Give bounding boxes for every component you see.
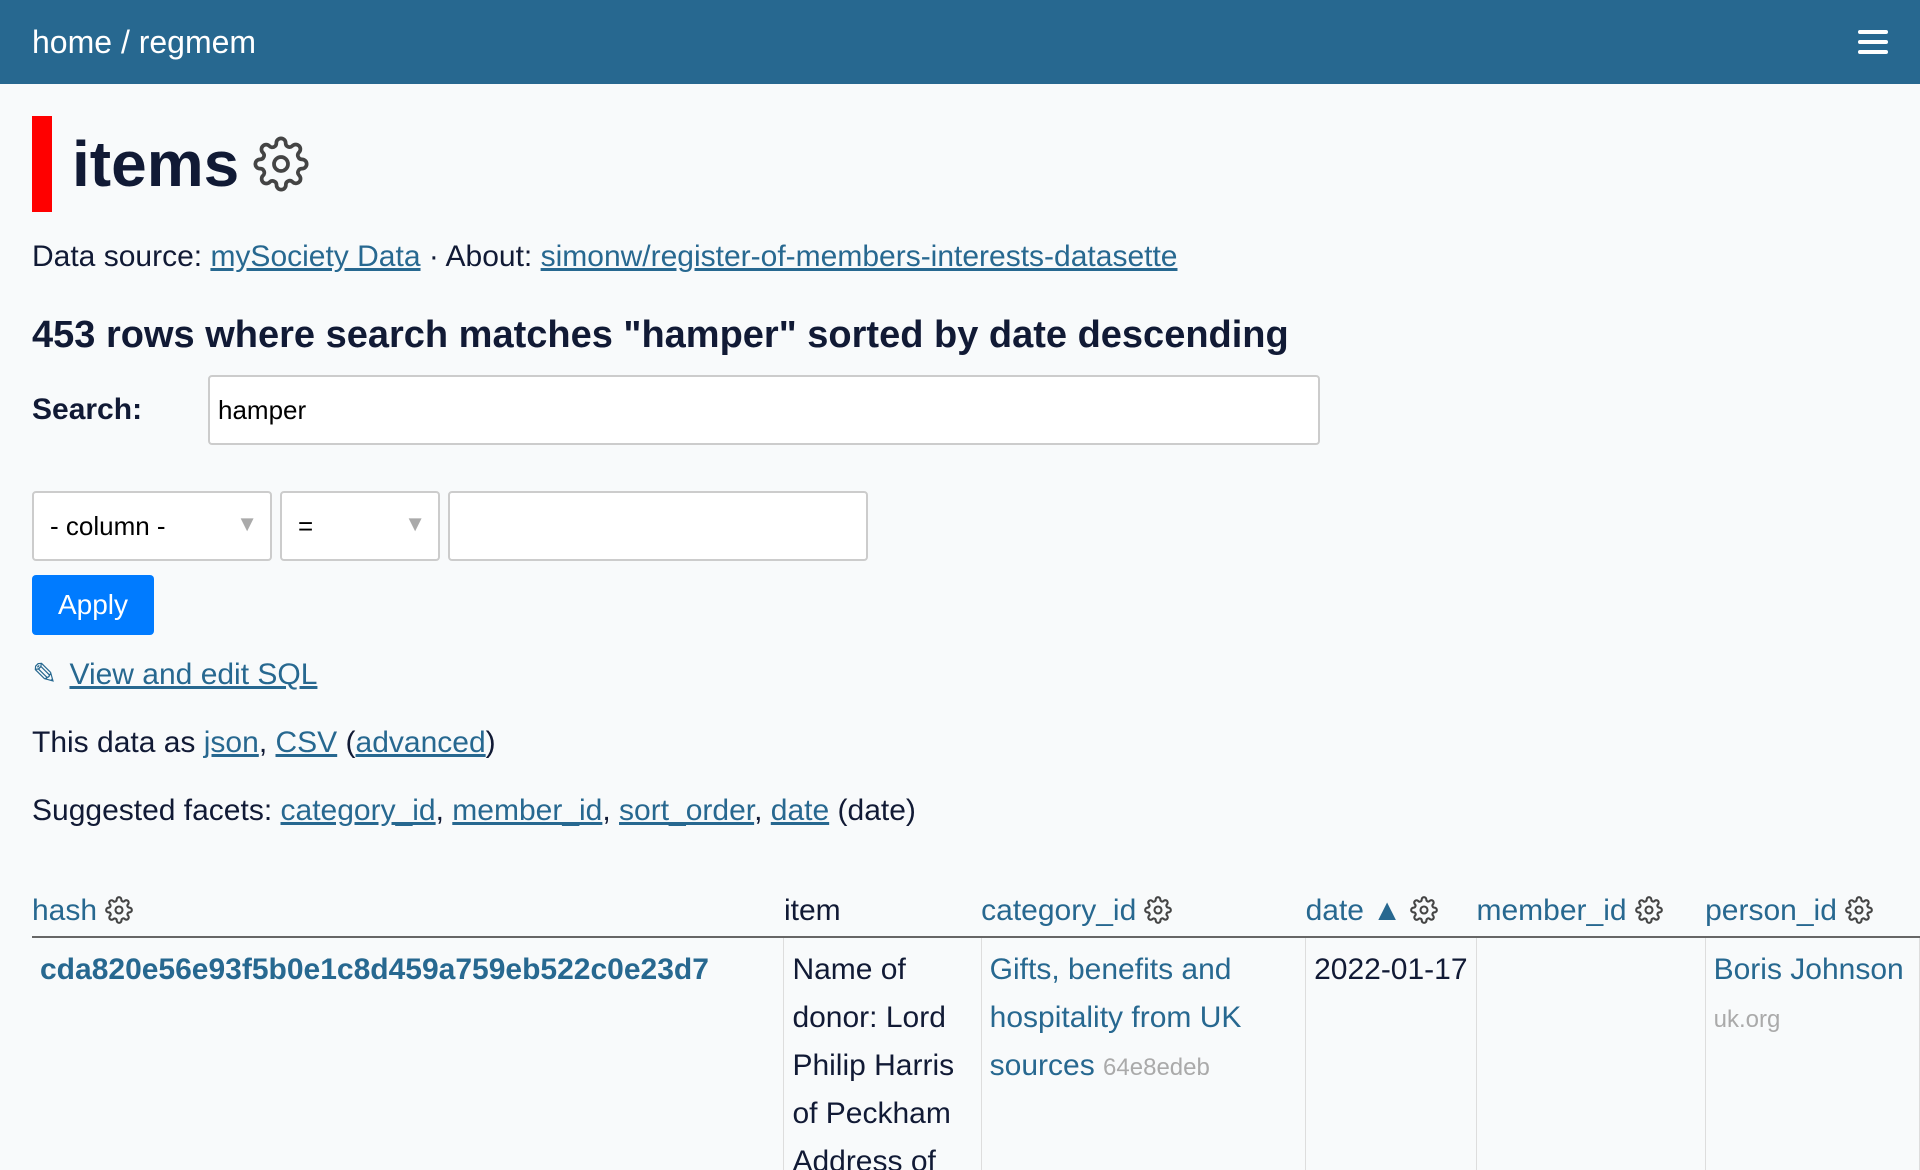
export-json-link[interactable]: json (204, 726, 259, 759)
column-header-member-id[interactable]: member_id (1476, 880, 1706, 938)
suggested-facets: Suggested facets: category_id, member_id… (32, 794, 916, 827)
pencil-icon: ✎ (32, 658, 58, 691)
cell-item: Name of donor: Lord Philip Harris of Pec… (783, 937, 982, 1170)
cell-person-id: Boris Johnson uk.org (1705, 937, 1920, 1170)
column-header-label[interactable]: date ▲ (1306, 894, 1402, 927)
column-header-item: item (783, 880, 982, 938)
view-edit-sql-link[interactable]: View and edit SQL (69, 658, 317, 691)
column-header-label[interactable]: category_id (981, 894, 1136, 927)
gear-icon[interactable] (253, 136, 309, 192)
results-summary: 453 rows where search matches "hamper" s… (32, 314, 1289, 356)
column-select-value: - column - (50, 510, 166, 541)
export-comma: , (258, 726, 268, 759)
facet-link-sort-order[interactable]: sort_order (619, 794, 754, 827)
gear-icon[interactable] (1410, 896, 1438, 924)
about-link[interactable]: simonw/register-of-members-interests-dat… (541, 240, 1178, 273)
operator-select[interactable]: = ▼ (280, 491, 440, 561)
search-label: Search: (32, 393, 143, 426)
column-header-label[interactable]: hash (32, 894, 97, 927)
facets-suffix: (date) (837, 794, 916, 827)
sql-line: ✎ View and edit SQL (32, 657, 1888, 692)
gear-icon[interactable] (105, 896, 133, 924)
export-prefix: This data as (32, 726, 196, 759)
export-csv-link[interactable]: CSV (276, 726, 338, 759)
facets-prefix: Suggested facets: (32, 794, 273, 827)
page-title: items (72, 128, 240, 200)
gear-icon[interactable] (1845, 896, 1873, 924)
row-hash-link[interactable]: cda820e56e93f5b0e1c8d459a759eb522c0e23d7 (40, 953, 709, 986)
results-table: hash item category_id date ▲ member_id p… (32, 880, 1920, 1170)
cell-hash[interactable]: cda820e56e93f5b0e1c8d459a759eb522c0e23d7 (32, 937, 785, 1170)
gear-icon[interactable] (1144, 896, 1173, 924)
facet-link-member-id[interactable]: member_id (452, 794, 602, 827)
source-prefix: Data source: (32, 240, 203, 273)
top-bar: home / regmem (0, 0, 1920, 84)
category-id-value: 64e8edeb (1103, 1054, 1210, 1081)
breadcrumb-home[interactable]: home (32, 24, 112, 60)
column-header-label[interactable]: member_id (1476, 894, 1626, 927)
column-header-hash[interactable]: hash (32, 880, 784, 938)
export-paren-open: ( (345, 726, 356, 759)
column-header-label[interactable]: person_id (1705, 894, 1837, 927)
table-header-row: hash item category_id date ▲ member_id p… (32, 880, 1920, 938)
export-paren-close: ) (485, 726, 496, 759)
gear-icon[interactable] (1634, 896, 1663, 924)
column-header-date[interactable]: date ▲ (1305, 880, 1477, 938)
facet-link-date[interactable]: date (771, 794, 829, 827)
chevron-down-icon: ▼ (404, 511, 426, 536)
person-id-value: uk.org (1713, 1006, 1781, 1033)
breadcrumb-regmem[interactable]: regmem (139, 24, 256, 60)
search-input[interactable] (208, 375, 1320, 445)
about-prefix: · About: (428, 240, 533, 273)
column-header-person-id[interactable]: person_id (1705, 880, 1920, 938)
facet-link-category-id[interactable]: category_id (281, 794, 436, 827)
menu-icon[interactable] (1858, 30, 1888, 54)
filter-value-input[interactable] (448, 491, 868, 561)
operator-select-value: = (298, 510, 314, 541)
title-accent-bar (32, 116, 52, 212)
export-advanced-link[interactable]: advanced (356, 726, 486, 759)
breadcrumb-separator: / (120, 23, 130, 60)
source-line: Data source: mySociety Data · About: sim… (32, 240, 1888, 274)
cell-category-id: Gifts, benefits and hospitality from UK … (981, 937, 1307, 1170)
person-link[interactable]: Boris Johnson (1714, 953, 1904, 986)
results-table-wrapper: hash item category_id date ▲ member_id p… (32, 880, 1920, 1170)
cell-member-id (1476, 937, 1706, 1170)
column-header-category-id[interactable]: category_id (981, 880, 1306, 938)
column-select[interactable]: - column - ▼ (32, 491, 272, 561)
table-row: cda820e56e93f5b0e1c8d459a759eb522c0e23d7… (32, 937, 1920, 1170)
column-header-label: item (783, 894, 841, 927)
breadcrumb: home / regmem (32, 24, 256, 61)
apply-button[interactable]: Apply (32, 575, 154, 635)
cell-date: 2022-01-17 (1305, 937, 1477, 1170)
export-line: This data as json, CSV (advanced) (32, 726, 1888, 760)
chevron-down-icon: ▼ (236, 511, 258, 536)
source-link[interactable]: mySociety Data (210, 240, 420, 273)
